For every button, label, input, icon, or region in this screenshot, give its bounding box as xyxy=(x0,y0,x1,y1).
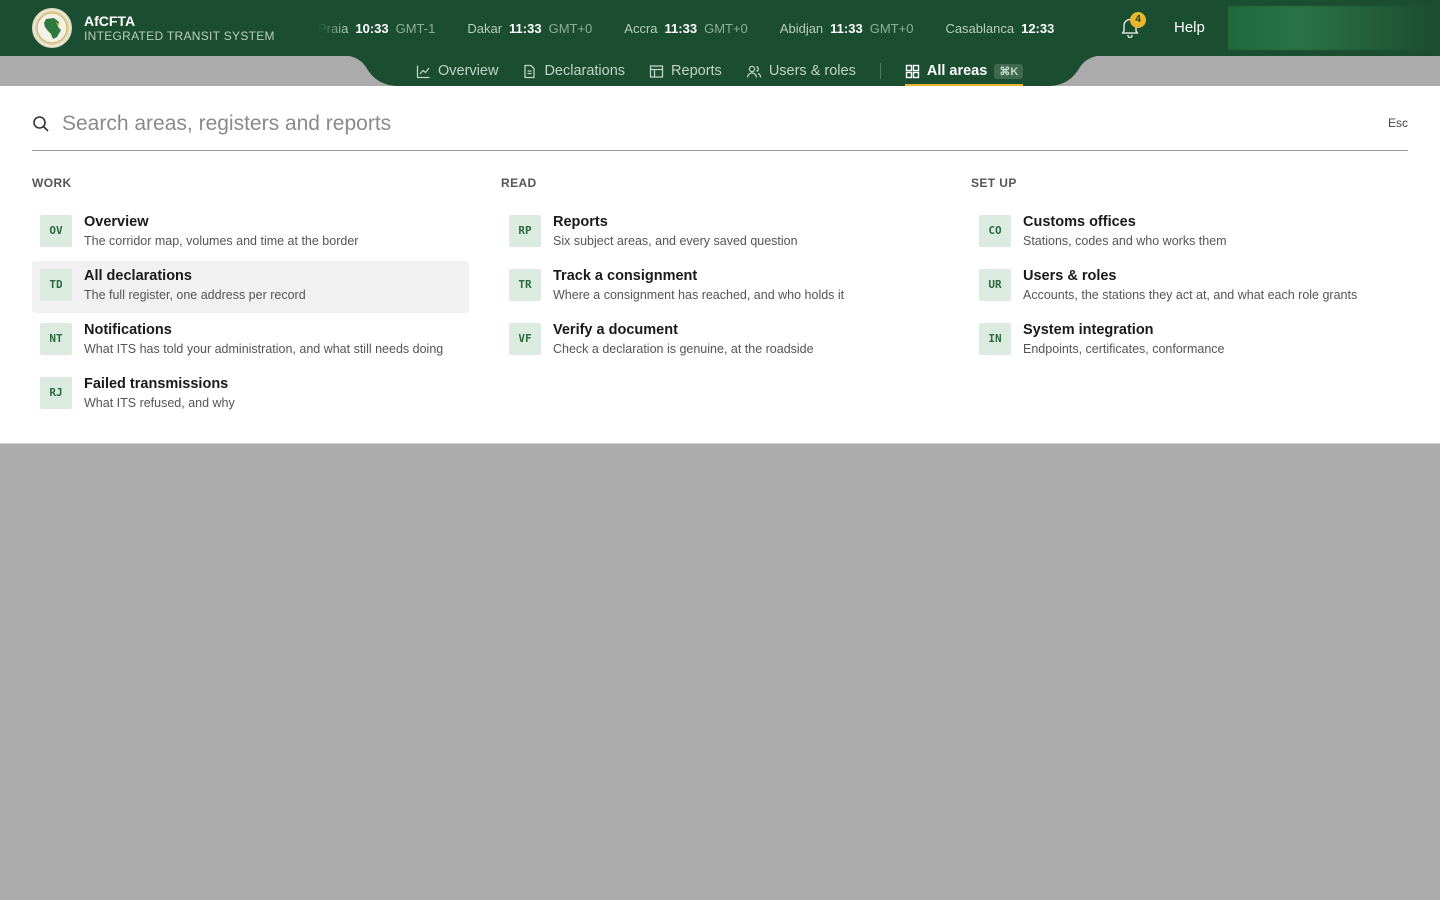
clock-time: 11:33 xyxy=(830,20,863,36)
clock-dakar: Dakar 11:33 GMT+0 xyxy=(467,21,592,36)
clock-city: Praia xyxy=(318,20,349,36)
tab-reports[interactable]: Reports xyxy=(649,56,722,86)
area-item-notifications[interactable]: NT Notifications What ITS has told your … xyxy=(32,315,469,367)
area-code-badge: VF xyxy=(509,323,541,355)
esc-close-button[interactable]: Esc xyxy=(1388,116,1408,130)
clock-city: Abidjan xyxy=(779,20,824,36)
tab-divider xyxy=(879,63,881,79)
area-description: The full register, one address per recor… xyxy=(84,288,306,302)
grid-icon xyxy=(905,64,920,78)
clock-abidjan: Abidjan 11:33 GMT+0 xyxy=(780,21,914,36)
clock-time: 11:33 xyxy=(664,20,698,36)
area-item-customs-offices[interactable]: CO Customs offices Stations, codes and w… xyxy=(971,207,1408,259)
all-areas-panel: Esc WORK OV Overview The corridor map, v… xyxy=(0,86,1440,444)
area-description: Six subject areas, and every saved quest… xyxy=(553,234,798,248)
document-icon xyxy=(524,64,536,78)
area-item-system-integration[interactable]: IN System integration Endpoints, certifi… xyxy=(971,315,1408,367)
notification-count-badge: 4 xyxy=(1130,12,1146,28)
area-item-verify-document[interactable]: VF Verify a document Check a declaration… xyxy=(501,315,938,367)
area-code-badge: NT xyxy=(40,323,72,355)
world-clocks: Praia 10:33 GMT-1 Dakar 11:33 GMT+0 Accr… xyxy=(318,0,1088,56)
column-set-up: SET UP CO Customs offices Stations, code… xyxy=(971,176,1408,369)
area-code-badge: RP xyxy=(509,215,541,247)
tab-label: Declarations xyxy=(544,63,626,79)
user-account-menu[interactable] xyxy=(1228,6,1430,50)
area-title: Customs offices xyxy=(1023,214,1136,230)
area-code-badge: TR xyxy=(509,269,541,301)
area-description: Stations, codes and who works them xyxy=(1023,234,1227,248)
area-item-failed-transmissions[interactable]: RJ Failed transmissions What ITS refused… xyxy=(32,369,469,421)
clock-city: Casablanca xyxy=(945,20,1015,36)
area-title: Overview xyxy=(84,214,149,230)
clock-timezone: GMT-1 xyxy=(395,20,436,36)
tab-label: Reports xyxy=(671,63,722,79)
area-description: Where a consignment has reached, and who… xyxy=(553,288,845,302)
search-icon xyxy=(33,116,49,132)
brand-name: AfCFTA xyxy=(84,12,136,29)
tab-users-roles[interactable]: Users & roles xyxy=(746,56,856,86)
main-tabs: Overview Declarations Reports Users & ro… xyxy=(416,56,1047,86)
search-row: Esc xyxy=(32,86,1408,151)
brand[interactable]: AfCFTA INTEGRATED TRANSIT SYSTEM xyxy=(32,8,275,48)
area-title: Users & roles xyxy=(1023,268,1117,284)
column-title: WORK xyxy=(32,176,72,190)
dimmed-backdrop[interactable] xyxy=(0,445,1440,900)
area-code-badge: RJ xyxy=(40,377,72,409)
clock-city: Accra xyxy=(624,20,658,36)
area-code-badge: IN xyxy=(979,323,1011,355)
area-description: Check a declaration is genuine, at the r… xyxy=(553,342,814,356)
clock-timezone: GMT+0 xyxy=(869,20,914,36)
tab-label: All areas xyxy=(926,63,988,79)
clock-accra: Accra 11:33 GMT+0 xyxy=(624,21,748,36)
column-title: READ xyxy=(501,176,537,190)
area-description: The corridor map, volumes and time at th… xyxy=(84,234,359,248)
area-code-badge: CO xyxy=(979,215,1011,247)
area-item-overview[interactable]: OV Overview The corridor map, volumes an… xyxy=(32,207,469,259)
area-title: Failed transmissions xyxy=(84,376,229,392)
clock-casablanca: Casablanca 12:33 xyxy=(945,21,1061,36)
tab-label: Users & roles xyxy=(768,63,856,79)
column-work: WORK OV Overview The corridor map, volum… xyxy=(32,176,469,423)
area-item-reports[interactable]: RP Reports Six subject areas, and every … xyxy=(501,207,938,259)
column-read: READ RP Reports Six subject areas, and e… xyxy=(501,176,938,369)
clock-city: Dakar xyxy=(467,20,503,36)
area-description: What ITS has told your administration, a… xyxy=(84,342,444,356)
tab-label: Overview xyxy=(438,63,499,79)
chart-line-icon xyxy=(416,65,430,78)
area-item-track-consignment[interactable]: TR Track a consignment Where a consignme… xyxy=(501,261,938,313)
keyboard-shortcut-badge: ⌘K xyxy=(994,63,1024,79)
area-code-badge: OV xyxy=(40,215,72,247)
clock-time: 11:33 xyxy=(509,20,542,36)
tab-all-areas[interactable]: All areas ⌘K xyxy=(904,56,1024,86)
clock-time: 10:33 xyxy=(355,20,389,36)
brand-subtitle: INTEGRATED TRANSIT SYSTEM xyxy=(84,28,275,43)
area-item-all-declarations[interactable]: TD All declarations The full register, o… xyxy=(32,261,469,313)
table-icon xyxy=(649,64,664,78)
tab-declarations[interactable]: Declarations xyxy=(522,56,625,86)
top-bar: AfCFTA INTEGRATED TRANSIT SYSTEM Praia 1… xyxy=(0,0,1440,56)
area-title: Reports xyxy=(553,214,608,230)
search-input[interactable] xyxy=(62,107,1262,141)
column-title: SET UP xyxy=(971,176,1017,190)
clock-time: 12:33 xyxy=(1021,20,1055,36)
area-item-users-roles[interactable]: UR Users & roles Accounts, the stations … xyxy=(971,261,1408,313)
area-title: Track a consignment xyxy=(553,268,698,284)
clock-praia: Praia 10:33 GMT-1 xyxy=(318,21,435,36)
help-link[interactable]: Help xyxy=(1174,19,1205,36)
area-description: Accounts, the stations they act at, and … xyxy=(1023,288,1358,302)
area-description: What ITS refused, and why xyxy=(84,396,235,410)
area-description: Endpoints, certificates, conformance xyxy=(1023,342,1225,356)
area-title: All declarations xyxy=(84,268,192,284)
area-title: Notifications xyxy=(84,322,172,338)
area-code-badge: TD xyxy=(40,269,72,301)
users-icon xyxy=(746,65,761,78)
area-title: System integration xyxy=(1023,322,1154,338)
area-code-badge: UR xyxy=(979,269,1011,301)
area-title: Verify a document xyxy=(553,322,678,338)
afcfta-logo xyxy=(32,8,72,48)
tab-overview[interactable]: Overview xyxy=(416,56,498,86)
clock-timezone: GMT+0 xyxy=(548,20,593,36)
clock-timezone: GMT+0 xyxy=(704,20,748,36)
